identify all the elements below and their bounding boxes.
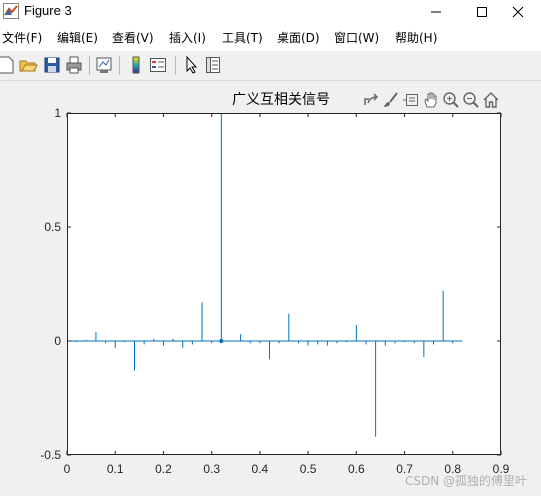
- axes-background: [67, 113, 501, 455]
- x-tick-label: 0.2: [155, 462, 172, 476]
- y-tick-label: -0.5: [40, 448, 61, 462]
- plot-title: 广义互相关信号: [232, 92, 330, 108]
- x-tick-label: 0.6: [348, 462, 365, 476]
- zoom-in-icon[interactable]: [442, 91, 460, 109]
- brush-icon[interactable]: [382, 91, 400, 109]
- plot-area[interactable]: 0 0.1 0.2 0.3 0.4 0.5 0.6 0.7 0.8 0.9-0.500.51: [0, 0, 541, 496]
- x-tick-label: 0: [64, 462, 71, 476]
- pan-icon[interactable]: [422, 91, 440, 109]
- watermark: CSDN @孤独的傅里叶: [404, 474, 527, 488]
- y-tick-label: 1: [54, 106, 61, 120]
- export-icon[interactable]: [362, 91, 380, 109]
- x-tick-label: 0.5: [300, 462, 317, 476]
- x-tick-label: 0.1: [107, 462, 124, 476]
- data-tips-icon[interactable]: [402, 91, 420, 109]
- zoom-out-icon[interactable]: [462, 91, 480, 109]
- y-tick-label: 0.5: [44, 220, 61, 234]
- x-tick-label: 0.3: [203, 462, 220, 476]
- peak-marker: [219, 339, 224, 343]
- y-tick-label: 0: [54, 334, 61, 348]
- x-tick-label: 0.4: [252, 462, 269, 476]
- home-icon[interactable]: [482, 91, 500, 109]
